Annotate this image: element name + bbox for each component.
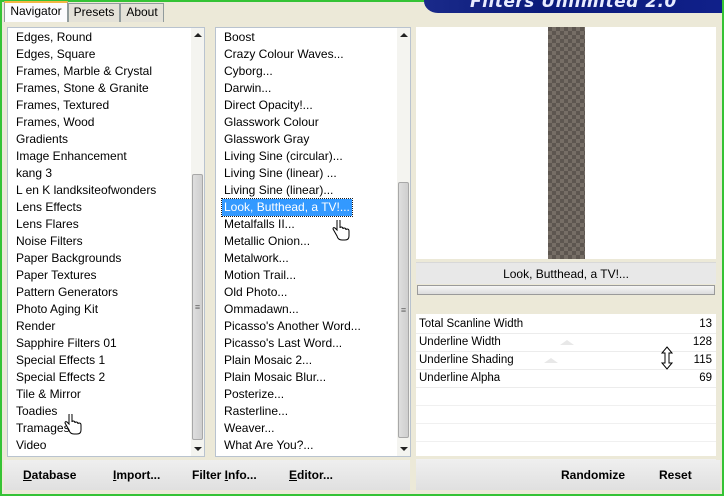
filter-list-item[interactable]: Weaver... (222, 420, 276, 437)
tab-about[interactable]: About (120, 3, 164, 22)
filter-list-item[interactable]: Living Sine (linear)... (222, 182, 335, 199)
category-list-item[interactable]: Paper Backgrounds (14, 250, 123, 267)
hand-cursor-icon (64, 414, 82, 435)
empty-param-row (416, 424, 716, 442)
filter-list-item[interactable]: Living Sine (circular)... (222, 148, 345, 165)
filter-list-item[interactable]: Rasterline... (222, 403, 290, 420)
param-label: Underline Shading (419, 354, 514, 366)
scroll-up-button[interactable] (397, 28, 410, 42)
category-list-item[interactable]: Special Effects 1 (14, 352, 107, 369)
filter-list-item[interactable]: What Are You?... (222, 437, 315, 454)
filter-scrollbar[interactable]: ≡ (397, 28, 410, 456)
filter-list-item[interactable]: Boost (222, 29, 257, 46)
resize-vertical-cursor-icon (660, 346, 674, 370)
scroll-down-button[interactable] (191, 442, 204, 456)
hand-cursor-icon (332, 220, 350, 241)
category-list-item[interactable]: Paper Textures (14, 267, 99, 284)
banner-title: Filters Unlimited 2.0 (470, 0, 677, 12)
param-total-scanline-width[interactable]: Total Scanline Width 13 (416, 316, 716, 334)
filter-list-item[interactable]: Cyborg... (222, 63, 275, 80)
category-list-item[interactable]: Special Effects 2 (14, 369, 107, 386)
progress-bar (417, 285, 715, 295)
filter-list-item[interactable]: Glasswork Colour (222, 114, 321, 131)
category-list-item[interactable]: Frames, Stone & Granite (14, 80, 151, 97)
database-button[interactable]: Database (23, 466, 76, 484)
title-banner: Filters Unlimited 2.0 (424, 0, 722, 13)
filter-list-item[interactable]: Living Sine (linear) ... (222, 165, 339, 182)
filter-list-item[interactable]: Picasso's Last Word... (222, 335, 344, 352)
param-label: Underline Width (419, 336, 501, 348)
slider-knob[interactable] (560, 340, 574, 345)
filter-list-item[interactable]: Plain Mosaic 2... (222, 352, 314, 369)
category-list-item[interactable]: Lens Flares (14, 216, 81, 233)
filter-list-item[interactable]: Direct Opacity!... (222, 97, 315, 114)
filter-list-item[interactable]: Picasso's Another Word... (222, 318, 363, 335)
category-list-item[interactable]: Photo Aging Kit (14, 301, 100, 318)
filter-list-item[interactable]: Old Photo... (222, 284, 289, 301)
param-underline-alpha[interactable]: Underline Alpha 69 (416, 370, 716, 388)
scroll-up-button[interactable] (191, 28, 204, 42)
empty-param-row (416, 442, 716, 460)
filter-list-item[interactable]: Glasswork Gray (222, 131, 311, 148)
category-list-item[interactable]: Pattern Generators (14, 284, 120, 301)
filter-list-item[interactable]: Motion Trail... (222, 267, 298, 284)
category-list-item[interactable]: Tramages (14, 420, 72, 437)
category-list-item[interactable]: Frames, Wood (14, 114, 96, 131)
param-value: 13 (699, 318, 712, 330)
filter-info-button[interactable]: Filter Info... (192, 466, 257, 484)
editor-button[interactable]: Editor... (289, 466, 333, 484)
right-button-group: Randomize Reset (416, 460, 720, 490)
category-list-item[interactable]: Frames, Marble & Crystal (14, 63, 154, 80)
selected-filter-name: Look, Butthead, a TV!... (416, 262, 716, 284)
filter-list-item[interactable]: Ommadawn... (222, 301, 301, 318)
filter-list-item[interactable]: Posterize... (222, 386, 286, 403)
category-list-item[interactable]: Render (14, 318, 57, 335)
left-button-group: Database Import... Filter Info... Editor… (4, 460, 410, 490)
param-value: 69 (699, 372, 712, 384)
category-list[interactable]: Edges, Round Edges, Square Frames, Marble … (7, 27, 205, 457)
category-list-item[interactable]: Toadies (14, 403, 59, 420)
filter-list-item[interactable]: Look, Butthead, a TV!... (221, 198, 353, 217)
param-value: 115 (693, 354, 712, 366)
param-label: Underline Alpha (419, 372, 501, 384)
filter-list-item[interactable]: Metalfalls II... (222, 216, 297, 233)
filter-list-item[interactable]: Plain Mosaic Blur... (222, 369, 328, 386)
category-list-item[interactable]: Lens Effects (14, 199, 84, 216)
empty-param-row (416, 406, 716, 424)
param-value: 128 (692, 336, 712, 348)
category-list-item[interactable]: Sapphire Filters 01 (14, 335, 119, 352)
tab-navigator[interactable]: Navigator (4, 1, 68, 22)
category-list-item[interactable]: Edges, Square (14, 46, 97, 63)
category-list-item[interactable]: Tile & Mirror (14, 386, 83, 403)
param-label: Total Scanline Width (419, 318, 524, 330)
randomize-button[interactable]: Randomize (561, 466, 625, 484)
category-list-item[interactable]: Video (14, 437, 48, 454)
category-list-item[interactable]: Noise Filters (14, 233, 85, 250)
filter-list-item[interactable]: Darwin... (222, 80, 273, 97)
category-scrollbar[interactable]: ≡ (191, 28, 204, 456)
category-list-item[interactable]: Edges, Round (14, 29, 94, 46)
filter-list-item[interactable]: Crazy Colour Waves... (222, 46, 346, 63)
category-list-item[interactable]: L en K landksiteofwonders (14, 182, 158, 199)
parameters-panel: Total Scanline Width 13 Underline Width … (416, 314, 716, 460)
preview-image (548, 27, 585, 259)
category-list-item[interactable]: kang 3 (14, 165, 54, 182)
tab-presets[interactable]: Presets (68, 3, 120, 22)
scroll-thumb[interactable]: ≡ (192, 174, 203, 440)
filter-list[interactable]: Boost Crazy Colour Waves... Cyborg... Darwi… (215, 27, 411, 457)
empty-param-row (416, 388, 716, 406)
bottom-toolbar: Database Import... Filter Info... Editor… (4, 460, 720, 490)
filter-list-item[interactable]: Metallic Onion... (222, 233, 312, 250)
reset-button[interactable]: Reset (659, 466, 692, 484)
import-button[interactable]: Import... (113, 466, 160, 484)
category-list-item[interactable]: Frames, Textured (14, 97, 111, 114)
category-list-item[interactable]: Image Enhancement (14, 148, 129, 165)
category-list-item[interactable]: Gradients (14, 131, 70, 148)
scroll-down-button[interactable] (397, 442, 410, 456)
slider-knob[interactable] (544, 358, 558, 363)
filter-list-item[interactable]: Metalwork... (222, 250, 291, 267)
scroll-thumb[interactable]: ≡ (398, 182, 409, 438)
